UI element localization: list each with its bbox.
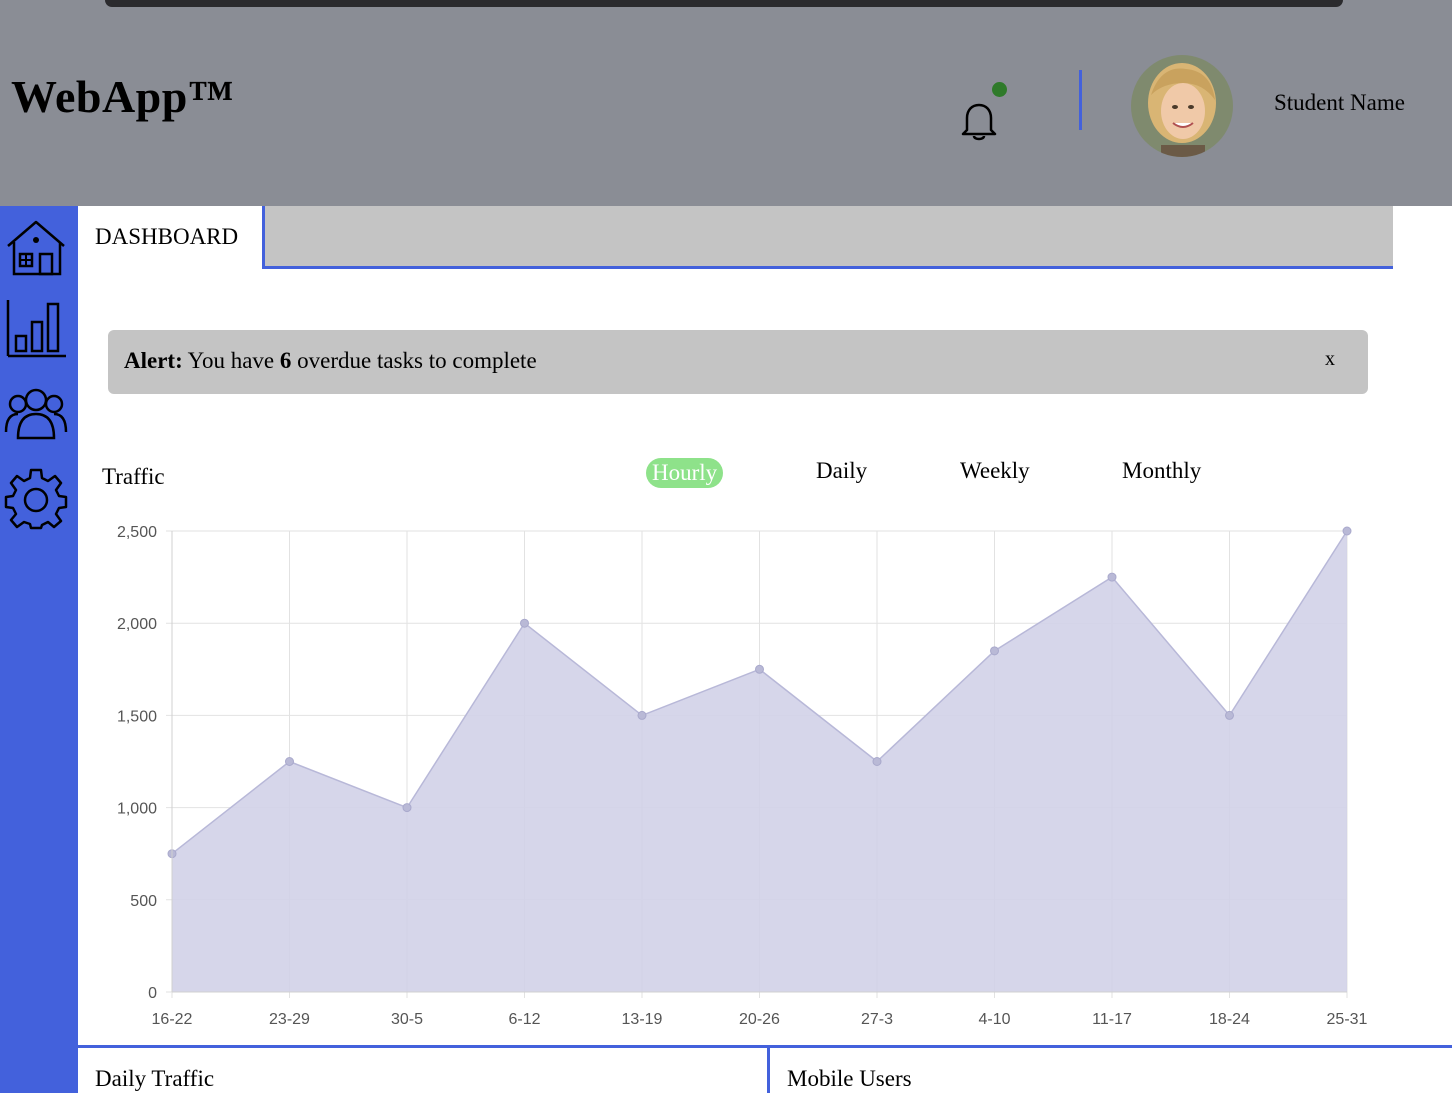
tabs-bar <box>262 206 1393 269</box>
x-tick-label: 30-5 <box>391 1011 423 1028</box>
data-point <box>872 757 882 766</box>
data-point <box>520 618 529 628</box>
x-tick-label: 6-12 <box>508 1011 540 1028</box>
y-tick-label: 1,000 <box>117 801 157 818</box>
header-divider <box>1079 70 1082 130</box>
traffic-chart: 0 500 1,000 1,500 2,000 2,500 16-22 23-29 30-5 6-… <box>117 524 1368 1028</box>
data-point <box>1107 572 1117 582</box>
notification-badge <box>992 82 1007 97</box>
data-point <box>637 710 647 720</box>
avatar[interactable] <box>1131 55 1233 157</box>
sidebar <box>0 206 78 1093</box>
browser-top-strip <box>0 0 1452 12</box>
y-tick-label: 0 <box>148 985 157 1002</box>
alert-prefix: You have <box>187 348 275 373</box>
browser-address-bar <box>105 0 1343 7</box>
bottom-column-separator <box>767 1045 770 1093</box>
users-icon[interactable] <box>4 382 68 446</box>
tab-dashboard[interactable]: DASHBOARD <box>95 224 238 250</box>
daily-traffic-title: Daily Traffic <box>95 1066 215 1091</box>
x-tick-label: 13-19 <box>622 1011 663 1028</box>
alert-label: Alert: <box>124 348 183 373</box>
app-header: WebApp™ Student Name <box>0 12 1452 206</box>
filter-hourly[interactable]: Hourly <box>646 458 724 488</box>
data-point <box>1342 526 1352 536</box>
x-tick-label: 25-31 <box>1327 1011 1368 1028</box>
filter-monthly[interactable]: Monthly <box>1122 458 1201 484</box>
x-tick-label: 18-24 <box>1209 1011 1250 1028</box>
gear-icon[interactable] <box>4 466 68 530</box>
bell-icon[interactable] <box>953 94 1005 146</box>
data-point <box>755 664 764 674</box>
alert-close-button[interactable]: x <box>1325 348 1335 371</box>
y-tick-label: 500 <box>130 893 157 910</box>
y-tick-label: 1,500 <box>117 708 157 725</box>
traffic-title: Traffic <box>102 464 165 489</box>
x-tick-label: 27-3 <box>861 1011 893 1028</box>
x-tick-label: 16-22 <box>152 1011 193 1028</box>
alert-suffix: overdue tasks to complete <box>297 348 537 373</box>
data-point <box>990 646 999 656</box>
bar-chart-icon[interactable] <box>4 298 68 362</box>
alert-message: Alert: You have 6 overdue tasks to compl… <box>124 348 537 374</box>
y-tick-label: 2,500 <box>117 524 157 541</box>
data-point <box>1225 710 1234 720</box>
data-point <box>285 757 294 766</box>
filter-weekly[interactable]: Weekly <box>960 458 1030 484</box>
x-tick-label: 23-29 <box>269 1011 310 1028</box>
bottom-divider <box>78 1045 1452 1048</box>
y-tick-label: 2,000 <box>117 616 157 633</box>
home-icon[interactable] <box>4 216 68 280</box>
brand-logo: WebApp™ <box>11 71 235 122</box>
x-tick-label: 11-17 <box>1092 1011 1132 1028</box>
alert-banner: Alert: You have 6 overdue tasks to compl… <box>108 330 1368 394</box>
filter-daily[interactable]: Daily <box>816 458 867 484</box>
user-name[interactable]: Student Name <box>1274 90 1405 116</box>
alert-count: 6 <box>279 348 292 373</box>
x-tick-label: 4-10 <box>978 1011 1010 1028</box>
mobile-users-title: Mobile Users <box>787 1066 912 1091</box>
x-tick-label: 20-26 <box>739 1011 780 1028</box>
data-point <box>402 803 412 813</box>
